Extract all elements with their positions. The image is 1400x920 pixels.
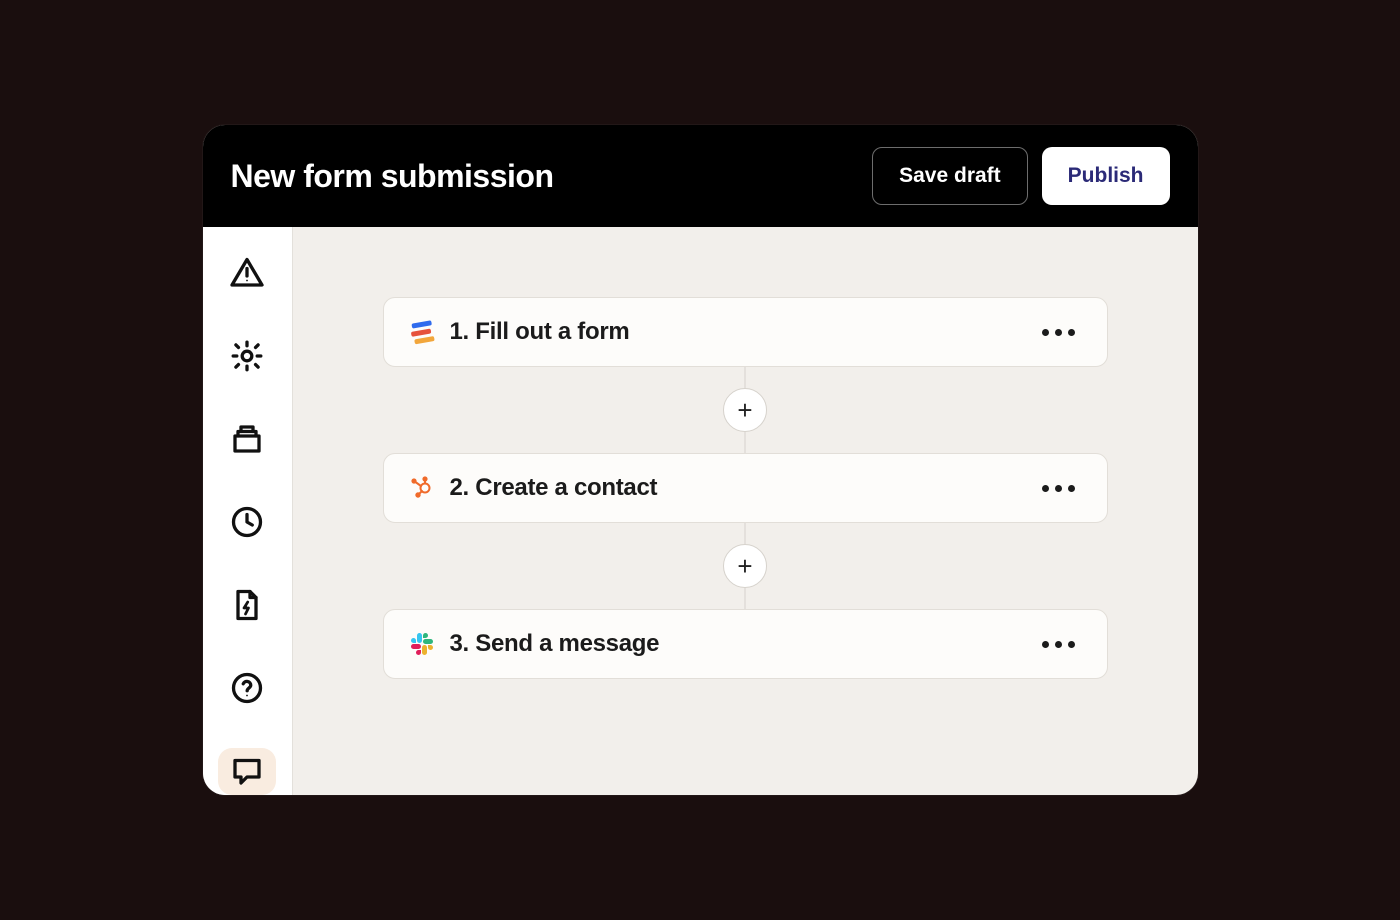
sidebar-item-help[interactable] <box>218 665 276 712</box>
flow-canvas[interactable]: 1. Fill out a form + <box>293 227 1198 795</box>
flow-step[interactable]: 2. Create a contact <box>383 453 1108 523</box>
sidebar <box>203 227 293 795</box>
connector: + <box>383 367 1108 453</box>
clock-icon <box>229 504 265 540</box>
sidebar-item-comments[interactable] <box>218 748 276 795</box>
slack-logo <box>410 632 434 656</box>
app-window: New form submission Save draft Publish <box>203 125 1198 795</box>
comment-icon <box>229 753 265 789</box>
gear-icon <box>229 338 265 374</box>
dots-icon <box>1042 485 1049 492</box>
plus-icon: + <box>737 553 752 579</box>
publish-label: Publish <box>1068 164 1144 188</box>
flow-step[interactable]: 3. Send a message <box>383 609 1108 679</box>
header-actions: Save draft Publish <box>872 147 1169 205</box>
flow-step[interactable]: 1. Fill out a form <box>383 297 1108 367</box>
step-label: 3. Send a message <box>450 630 1020 658</box>
step-label: 2. Create a contact <box>450 474 1020 502</box>
alert-triangle-icon <box>229 255 265 291</box>
sidebar-item-settings[interactable] <box>218 332 276 379</box>
body: 1. Fill out a form + <box>203 227 1198 795</box>
step-menu-button[interactable] <box>1036 635 1081 654</box>
todoist-logo <box>410 320 434 344</box>
step-menu-button[interactable] <box>1036 479 1081 498</box>
header: New form submission Save draft Publish <box>203 125 1198 227</box>
dots-icon <box>1042 329 1049 336</box>
publish-button[interactable]: Publish <box>1042 147 1170 205</box>
help-circle-icon <box>229 670 265 706</box>
connector: + <box>383 523 1108 609</box>
plus-icon: + <box>737 397 752 423</box>
file-bolt-icon <box>229 587 265 623</box>
add-step-button[interactable]: + <box>723 544 767 588</box>
step-label: 1. Fill out a form <box>450 318 1020 346</box>
stack-icon <box>229 421 265 457</box>
hubspot-logo <box>410 476 434 500</box>
step-menu-button[interactable] <box>1036 323 1081 342</box>
sidebar-item-power[interactable] <box>218 582 276 629</box>
sidebar-item-stack[interactable] <box>218 415 276 462</box>
sidebar-item-alerts[interactable] <box>218 249 276 296</box>
dots-icon <box>1042 641 1049 648</box>
save-draft-label: Save draft <box>899 164 1001 188</box>
save-draft-button[interactable]: Save draft <box>872 147 1028 205</box>
page-title: New form submission <box>231 158 554 195</box>
flow: 1. Fill out a form + <box>383 297 1108 679</box>
sidebar-item-history[interactable] <box>218 498 276 545</box>
add-step-button[interactable]: + <box>723 388 767 432</box>
